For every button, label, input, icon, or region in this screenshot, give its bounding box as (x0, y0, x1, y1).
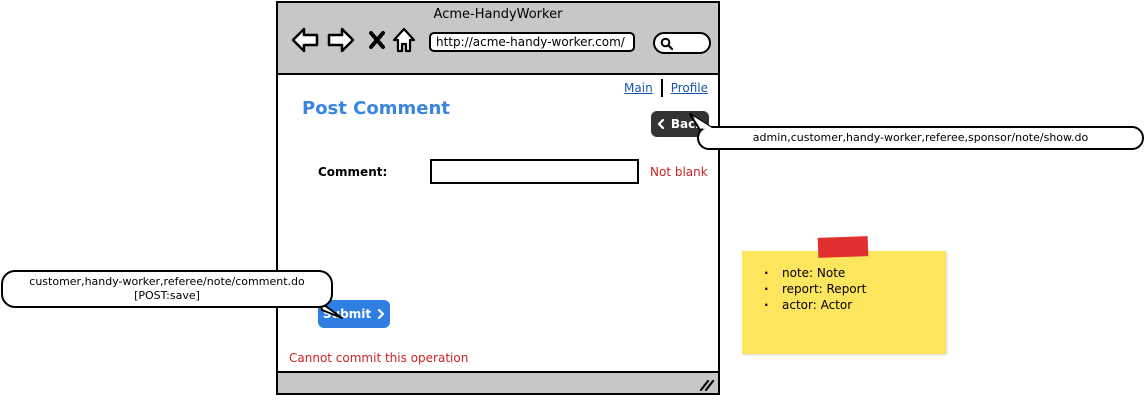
callout-back-tail-cover (693, 116, 712, 129)
main-link[interactable]: Main (624, 81, 653, 95)
stop-icon[interactable] (363, 25, 393, 55)
callout-submit-url: customer,handy-worker,referee/note/comme… (1, 270, 333, 308)
page-title: Post Comment (302, 98, 450, 119)
chevron-left-icon (657, 119, 664, 129)
sticky-note-item: actor: Actor (764, 297, 866, 313)
callout-submit-line1: customer,handy-worker,referee/note/comme… (29, 275, 305, 288)
address-bar[interactable]: http://acme-handy-worker.com/ (429, 32, 635, 52)
chevron-right-icon (377, 309, 385, 319)
comment-validation-message: Not blank (650, 165, 708, 179)
browser-titlebar: Acme-HandyWorker http://acme-handy-worke… (278, 3, 718, 75)
sticky-note-list: note: Note report: Report actor: Actor (764, 265, 866, 313)
top-nav-links: Main Profile (624, 79, 708, 97)
resize-grip-icon[interactable] (698, 377, 714, 391)
search-icon (660, 37, 674, 51)
callout-back-url: admin,customer,handy-worker,referee,spon… (697, 126, 1144, 150)
sticky-note: note: Note report: Report actor: Actor (742, 236, 946, 354)
window-title: Acme-HandyWorker (433, 7, 563, 22)
browser-search-box[interactable] (653, 32, 711, 54)
comment-label: Comment: (318, 165, 388, 179)
sticky-note-item: note: Note (764, 265, 866, 281)
browser-window: Acme-HandyWorker http://acme-handy-worke… (276, 1, 720, 395)
back-arrow-icon[interactable] (290, 25, 320, 55)
forward-arrow-icon[interactable] (326, 25, 356, 55)
browser-statusbar (278, 371, 718, 393)
error-message: Cannot commit this operation (289, 351, 469, 365)
profile-link[interactable]: Profile (671, 81, 708, 95)
sticky-tape (817, 236, 869, 258)
callout-submit-line2: [POST:save] (134, 289, 200, 302)
sticky-note-item: report: Report (764, 281, 866, 297)
nav-divider (660, 79, 663, 97)
home-icon[interactable] (390, 25, 420, 55)
comment-input[interactable] (430, 159, 639, 184)
